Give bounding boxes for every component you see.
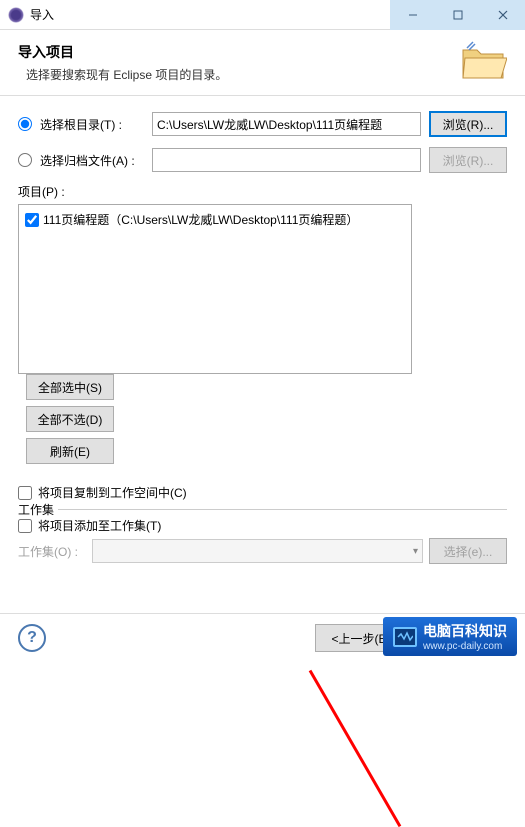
- add-ws-checkbox[interactable]: [18, 519, 32, 533]
- add-ws-row: 将项目添加至工作集(T): [18, 517, 507, 534]
- banner: 导入项目 选择要搜索现有 Eclipse 项目的目录。: [0, 30, 525, 96]
- workingset-legend: 工作集: [18, 501, 58, 518]
- watermark-url: www.pc-daily.com: [423, 641, 507, 652]
- projects-label: 项目(P) :: [18, 183, 507, 200]
- copy-checkbox[interactable]: [18, 486, 32, 500]
- browse-archive-button[interactable]: 浏览(R)...: [429, 147, 507, 173]
- close-button[interactable]: [480, 0, 525, 30]
- side-buttons: 全部选中(S) 全部不选(D) 刷新(E): [26, 374, 114, 464]
- help-button[interactable]: ?: [18, 624, 46, 652]
- add-ws-label: 将项目添加至工作集(T): [38, 517, 161, 534]
- browse-root-button[interactable]: 浏览(R)...: [429, 111, 507, 137]
- watermark-title: 电脑百科知识: [423, 623, 507, 639]
- refresh-button[interactable]: 刷新(E): [26, 438, 114, 464]
- workingset-fieldset: 工作集 将项目添加至工作集(T) 工作集(O) : ▾ 选择(e)...: [18, 509, 507, 564]
- monitor-icon: [393, 627, 417, 647]
- select-all-button[interactable]: 全部选中(S): [26, 374, 114, 400]
- root-dir-row: 选择根目录(T) : 浏览(R)...: [18, 111, 507, 137]
- copy-label: 将项目复制到工作空间中(C): [38, 484, 187, 501]
- deselect-all-button[interactable]: 全部不选(D): [26, 406, 114, 432]
- projects-listbox[interactable]: 111页编程题（C:\Users\LW龙威LW\Desktop\111页编程题）: [18, 204, 412, 374]
- root-dir-input[interactable]: [152, 112, 421, 136]
- page-subtitle: 选择要搜索现有 Eclipse 项目的目录。: [26, 66, 507, 83]
- chevron-down-icon: ▾: [413, 546, 418, 557]
- project-checkbox[interactable]: [25, 213, 39, 227]
- ws-select-row: 工作集(O) : ▾ 选择(e)...: [18, 538, 507, 564]
- list-item[interactable]: 111页编程题（C:\Users\LW龙威LW\Desktop\111页编程题）: [25, 211, 405, 228]
- ws-label: 工作集(O) :: [18, 543, 86, 560]
- archive-input[interactable]: [152, 148, 421, 172]
- page-title: 导入项目: [18, 42, 507, 62]
- root-dir-radio[interactable]: [18, 117, 32, 131]
- copy-row: 将项目复制到工作空间中(C): [18, 484, 507, 501]
- root-dir-label: 选择根目录(T) :: [40, 116, 144, 133]
- project-label: 111页编程题（C:\Users\LW龙威LW\Desktop\111页编程题）: [43, 211, 358, 228]
- archive-label: 选择归档文件(A) :: [40, 152, 144, 169]
- ws-select-button[interactable]: 选择(e)...: [429, 538, 507, 564]
- folder-icon: [459, 40, 507, 82]
- eclipse-icon: [8, 7, 24, 23]
- titlebar: 导入: [0, 0, 525, 30]
- window-controls: [390, 0, 525, 30]
- archive-radio[interactable]: [18, 153, 32, 167]
- content-area: 选择根目录(T) : 浏览(R)... 选择归档文件(A) : 浏览(R)...…: [0, 96, 525, 579]
- ws-combo: ▾: [92, 539, 423, 563]
- window-title: 导入: [30, 6, 390, 23]
- maximize-button[interactable]: [435, 0, 480, 30]
- minimize-button[interactable]: [390, 0, 435, 30]
- archive-row: 选择归档文件(A) : 浏览(R)...: [18, 147, 507, 173]
- watermark: 电脑百科知识 www.pc-daily.com: [383, 617, 517, 656]
- annotation-arrow: [309, 670, 402, 827]
